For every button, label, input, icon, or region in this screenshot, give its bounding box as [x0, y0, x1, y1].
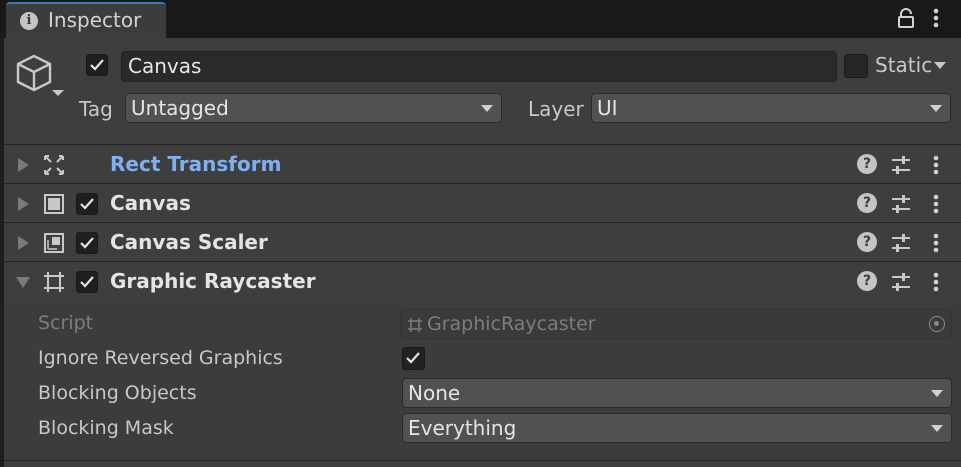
- chevron-down-icon: [930, 105, 942, 112]
- rect-transform-icon: [44, 155, 64, 175]
- kebab-menu-icon[interactable]: [930, 192, 942, 216]
- blocking-objects-value: None: [408, 381, 461, 405]
- foldout-arrow-icon[interactable]: [16, 277, 30, 288]
- enabled-checkbox[interactable]: [76, 271, 98, 293]
- blocking-mask-label: Blocking Mask: [38, 417, 174, 439]
- chevron-down-icon: [931, 390, 943, 397]
- cube-icon[interactable]: [16, 52, 68, 100]
- kebab-menu-icon[interactable]: [926, 6, 946, 30]
- lock-icon[interactable]: [896, 8, 916, 28]
- kebab-menu-icon[interactable]: [930, 231, 942, 255]
- next-component-header: [4, 460, 961, 467]
- kebab-menu-icon[interactable]: [930, 270, 942, 294]
- help-icon[interactable]: ?: [857, 154, 877, 174]
- component-title: Canvas: [110, 191, 191, 215]
- help-icon[interactable]: ?: [857, 271, 877, 291]
- script-label: Script: [38, 312, 94, 334]
- static-label[interactable]: Static: [875, 53, 932, 77]
- script-field: GraphicRaycaster: [400, 309, 952, 339]
- component-graphic-raycaster[interactable]: Graphic Raycaster ?: [4, 263, 961, 301]
- ignore-reversed-graphics-checkbox[interactable]: [402, 347, 425, 370]
- checkmark-icon: [80, 276, 94, 288]
- checkmark-icon: [80, 198, 94, 210]
- active-checkbox[interactable]: [86, 54, 108, 76]
- checkmark-icon: [80, 237, 94, 249]
- chevron-down-icon: [931, 425, 943, 432]
- layer-value: UI: [597, 96, 618, 120]
- canvas-icon: [44, 194, 64, 214]
- component-canvas-scaler[interactable]: Canvas Scaler ?: [4, 224, 961, 262]
- blocking-mask-dropdown[interactable]: Everything: [402, 413, 952, 443]
- tag-dropdown[interactable]: Untagged: [125, 93, 502, 123]
- foldout-arrow-icon[interactable]: [18, 158, 29, 172]
- component-title: Graphic Raycaster: [110, 269, 316, 293]
- presets-icon[interactable]: [890, 154, 912, 176]
- canvas-scaler-icon: [44, 233, 64, 253]
- info-icon: i: [20, 12, 38, 30]
- graphic-raycaster-icon: [44, 272, 64, 292]
- graphic-raycaster-properties: Script GraphicRaycaster Ignore Reversed …: [4, 299, 961, 460]
- graphic-raycaster-icon: [408, 318, 422, 332]
- inspector-tab[interactable]: i Inspector: [6, 2, 166, 38]
- static-dropdown-arrow-icon[interactable]: [934, 62, 946, 69]
- tag-value: Untagged: [131, 96, 229, 120]
- blocking-objects-label: Blocking Objects: [38, 382, 197, 404]
- presets-icon[interactable]: [890, 193, 912, 215]
- tag-label: Tag: [79, 97, 113, 121]
- checkmark-icon: [406, 352, 420, 364]
- layer-label: Layer: [528, 97, 584, 121]
- layer-dropdown[interactable]: UI: [591, 93, 951, 123]
- gameobject-header: Canvas Static Tag Untagged Layer UI: [4, 38, 961, 145]
- object-picker-icon[interactable]: [929, 316, 945, 332]
- presets-icon[interactable]: [890, 232, 912, 254]
- checkmark-icon: [90, 59, 104, 71]
- foldout-arrow-icon[interactable]: [18, 197, 29, 211]
- blocking-mask-value: Everything: [408, 416, 517, 440]
- help-icon[interactable]: ?: [857, 193, 877, 213]
- gameobject-name-field[interactable]: Canvas: [121, 51, 837, 82]
- foldout-arrow-icon[interactable]: [18, 236, 29, 250]
- enabled-checkbox[interactable]: [76, 193, 98, 215]
- component-title: Rect Transform: [110, 152, 282, 176]
- component-title: Canvas Scaler: [110, 230, 268, 254]
- chevron-down-icon: [481, 105, 493, 112]
- ignore-reversed-graphics-label: Ignore Reversed Graphics: [38, 347, 283, 369]
- component-canvas[interactable]: Canvas ?: [4, 185, 961, 223]
- script-value: GraphicRaycaster: [427, 313, 596, 335]
- tab-bar: i Inspector: [0, 0, 961, 38]
- enabled-checkbox[interactable]: [76, 232, 98, 254]
- presets-icon[interactable]: [890, 271, 912, 293]
- tab-title: Inspector: [48, 8, 142, 32]
- help-icon[interactable]: ?: [857, 232, 877, 252]
- blocking-objects-dropdown[interactable]: None: [402, 378, 952, 408]
- component-rect-transform[interactable]: Rect Transform ?: [4, 146, 961, 184]
- static-checkbox[interactable]: [844, 54, 868, 78]
- kebab-menu-icon[interactable]: [930, 153, 942, 177]
- inspector-panel: Canvas Static Tag Untagged Layer UI Rect…: [4, 38, 961, 467]
